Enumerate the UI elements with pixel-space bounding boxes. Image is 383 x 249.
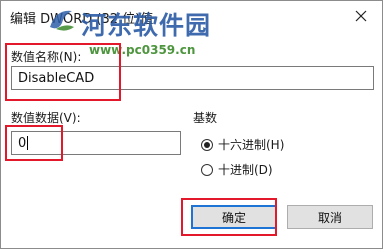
radio-decimal[interactable]: 十进制(D) [201, 161, 273, 178]
value-data-field[interactable]: 0 [11, 131, 181, 155]
ok-button-label: 确定 [221, 210, 246, 225]
radio-selected-icon[interactable] [201, 138, 213, 151]
radio-dot-icon [204, 141, 210, 148]
cancel-button-label: 取消 [317, 210, 342, 225]
radio-decimal-label: 十进制(D) [218, 163, 273, 177]
close-icon [355, 10, 367, 22]
value-name-label: 数值名称(N): [11, 50, 82, 64]
text-caret [27, 136, 29, 150]
base-label: 基数 [193, 111, 218, 125]
watermark-logo-icon [50, 10, 74, 31]
radio-hexadecimal[interactable]: 十六进制(H) [201, 136, 284, 153]
value-name-field[interactable]: DisableCAD [11, 66, 374, 90]
close-button[interactable] [344, 3, 378, 29]
ok-button[interactable]: 确定 [191, 205, 277, 229]
cancel-button[interactable]: 取消 [287, 205, 373, 229]
base-group: 基数 十六进制(H) 十进制(D) [193, 109, 375, 189]
edit-dword-dialog: 编辑 DWORD (32 位)值 河东软件园 www.pc0359.cn 数值名… [0, 0, 383, 249]
watermark-url: www.pc0359.cn [89, 43, 196, 57]
radio-hexadecimal-label: 十六进制(H) [218, 138, 285, 152]
value-data-label: 数值数据(V): [11, 111, 81, 125]
watermark-title: 河东软件园 [81, 11, 212, 40]
value-data-text: 0 [18, 135, 27, 151]
value-name-text: DisableCAD [18, 70, 95, 86]
radio-unselected-icon[interactable] [201, 163, 213, 176]
